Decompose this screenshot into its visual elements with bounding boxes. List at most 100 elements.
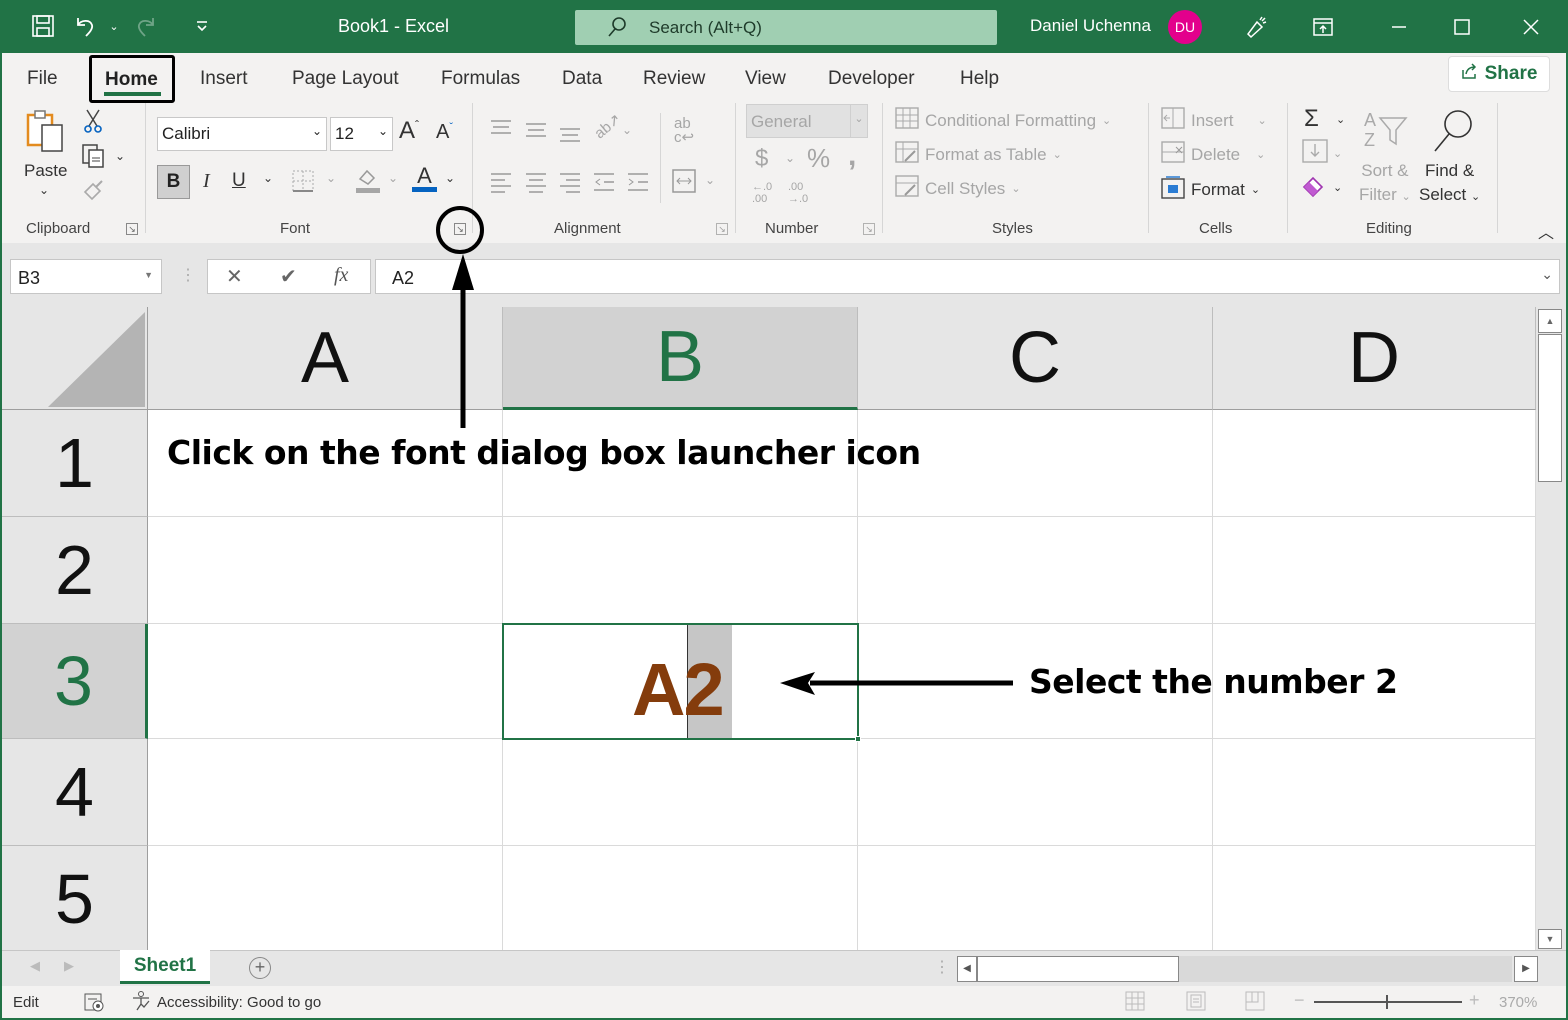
cell-b5[interactable] <box>503 846 858 950</box>
conditional-formatting-button[interactable]: Conditional Formatting ⌄ <box>895 107 1111 134</box>
hscroll-grip-icon[interactable]: ⋮ <box>934 957 950 977</box>
find-select-button[interactable]: Find & Select ⌄ <box>1419 159 1480 209</box>
number-dialog-launcher-icon[interactable]: ↘ <box>863 223 875 235</box>
font-dialog-launcher-icon[interactable]: ↘ <box>454 223 466 235</box>
font-color-button[interactable]: A <box>412 163 437 192</box>
cell-a4[interactable] <box>148 739 503 846</box>
tab-file[interactable]: File <box>27 68 58 90</box>
tab-formulas[interactable]: Formulas <box>441 68 520 90</box>
font-color-dropdown-icon[interactable]: ⌄ <box>445 171 455 185</box>
fill-color-dropdown-icon[interactable]: ⌄ <box>388 171 398 185</box>
increase-decimal-button[interactable]: ←.0 .00 <box>752 181 780 205</box>
tab-developer[interactable]: Developer <box>828 68 915 90</box>
zoom-out-button[interactable]: − <box>1294 990 1305 1011</box>
font-name-dropdown[interactable]: Calibri ⌄ <box>157 117 327 151</box>
accessibility-status[interactable]: Accessibility: Good to go <box>157 994 321 1011</box>
save-icon[interactable] <box>31 14 55 38</box>
fill-icon[interactable] <box>1302 139 1328 168</box>
cell-c5[interactable] <box>858 846 1213 950</box>
fill-color-icon[interactable] <box>355 165 381 200</box>
add-sheet-icon[interactable]: + <box>249 957 271 979</box>
format-cells-button[interactable]: Format ⌄ <box>1161 175 1260 204</box>
autosum-dropdown-icon[interactable]: ⌄ <box>1336 113 1345 126</box>
horizontal-scroll-thumb[interactable] <box>977 956 1179 982</box>
paste-dropdown-icon[interactable]: ⌄ <box>39 183 49 197</box>
tab-insert[interactable]: Insert <box>200 68 248 90</box>
cut-icon[interactable] <box>82 108 104 139</box>
middle-align-icon[interactable] <box>524 121 548 146</box>
sort-filter-button[interactable]: Sort & Filter ⌄ <box>1359 159 1411 209</box>
name-box-dropdown-icon[interactable]: ▼ <box>144 270 153 280</box>
row-header-4[interactable]: 4 <box>2 739 148 846</box>
zoom-slider-thumb[interactable] <box>1386 995 1388 1009</box>
formula-input[interactable]: A2 ⌄ <box>375 259 1560 294</box>
bold-button[interactable]: B <box>157 165 190 199</box>
insert-function-button[interactable]: fx <box>334 264 348 287</box>
row-header-3[interactable]: 3 <box>2 624 148 739</box>
row-header-1[interactable]: 1 <box>2 410 148 517</box>
cell-a3[interactable] <box>148 624 503 739</box>
zoom-in-button[interactable]: + <box>1469 990 1480 1011</box>
cell-styles-button[interactable]: Cell Styles ⌄ <box>895 175 1021 202</box>
format-as-table-button[interactable]: Format as Table ⌄ <box>895 141 1062 168</box>
zoom-level[interactable]: 370% <box>1499 994 1537 1011</box>
formula-bar-grip-icon[interactable]: ⋮ <box>180 265 196 285</box>
row-header-2[interactable]: 2 <box>2 517 148 624</box>
tab-data[interactable]: Data <box>562 68 602 90</box>
borders-dropdown-icon[interactable]: ⌄ <box>326 171 336 185</box>
decrease-font-size-icon[interactable]: Aˇ <box>436 121 453 144</box>
alignment-dialog-launcher-icon[interactable]: ↘ <box>716 223 728 235</box>
column-header-c[interactable]: C <box>858 307 1213 410</box>
orientation-icon[interactable]: ab↗ <box>591 110 624 142</box>
number-format-dropdown[interactable]: General ⌄ <box>746 104 868 138</box>
scroll-right-icon[interactable]: ▶ <box>1514 956 1538 982</box>
tab-review[interactable]: Review <box>643 68 705 90</box>
percent-button[interactable]: % <box>807 143 830 174</box>
name-box[interactable]: B3 ▼ <box>10 259 162 294</box>
cell-b4[interactable] <box>503 739 858 846</box>
undo-icon[interactable] <box>74 14 98 38</box>
accessibility-icon[interactable] <box>130 990 152 1016</box>
minimize-icon[interactable] <box>1384 12 1414 42</box>
column-header-d[interactable]: D <box>1213 307 1536 410</box>
currency-dropdown-icon[interactable]: ⌄ <box>785 151 795 165</box>
tab-page-layout[interactable]: Page Layout <box>292 68 399 90</box>
active-cell-b3[interactable]: A2 <box>502 623 861 742</box>
cell-d2[interactable] <box>1213 517 1536 624</box>
clear-icon[interactable] <box>1301 174 1327 203</box>
borders-icon[interactable] <box>291 169 315 198</box>
delete-cells-button[interactable]: Delete ⌄ <box>1161 141 1265 168</box>
next-sheet-icon[interactable]: ▶ <box>64 958 74 974</box>
collapse-ribbon-icon[interactable]: ︿ <box>1538 219 1554 243</box>
cell-c2[interactable] <box>858 517 1213 624</box>
row-header-5[interactable]: 5 <box>2 846 148 950</box>
cell-c4[interactable] <box>858 739 1213 846</box>
align-left-icon[interactable] <box>489 171 513 198</box>
column-header-a[interactable]: A <box>148 307 503 410</box>
scroll-up-icon[interactable]: ▲ <box>1538 309 1562 333</box>
format-painter-icon[interactable] <box>82 178 106 207</box>
vertical-scrollbar[interactable]: ▲ ▼ <box>1536 307 1566 950</box>
decrease-indent-icon[interactable] <box>592 171 616 198</box>
autosum-button[interactable]: Σ <box>1304 105 1319 133</box>
tab-view[interactable]: View <box>745 68 786 90</box>
previous-sheet-icon[interactable]: ◀ <box>30 958 40 974</box>
cell-b2[interactable] <box>503 517 858 624</box>
italic-button[interactable]: I <box>203 170 210 193</box>
ribbon-display-icon[interactable] <box>1308 12 1338 42</box>
top-align-icon[interactable] <box>489 118 513 143</box>
coauthor-icon[interactable] <box>1242 12 1272 42</box>
merge-center-icon[interactable] <box>671 168 697 199</box>
cell-a2[interactable] <box>148 517 503 624</box>
cell-a5[interactable] <box>148 846 503 950</box>
paste-button[interactable] <box>24 109 68 160</box>
close-icon[interactable] <box>1516 12 1546 42</box>
search-box[interactable]: Search (Alt+Q) <box>575 10 997 45</box>
customize-qat-icon[interactable] <box>190 14 214 38</box>
undo-dropdown-icon[interactable]: ⌄ <box>102 14 126 38</box>
copy-dropdown-icon[interactable]: ⌄ <box>115 149 125 163</box>
scroll-left-icon[interactable]: ◀ <box>957 956 977 982</box>
clear-dropdown-icon[interactable]: ⌄ <box>1333 181 1342 194</box>
user-name[interactable]: Daniel Uchenna <box>1030 16 1151 36</box>
sheet-tab-sheet1[interactable]: Sheet1 <box>120 950 210 984</box>
